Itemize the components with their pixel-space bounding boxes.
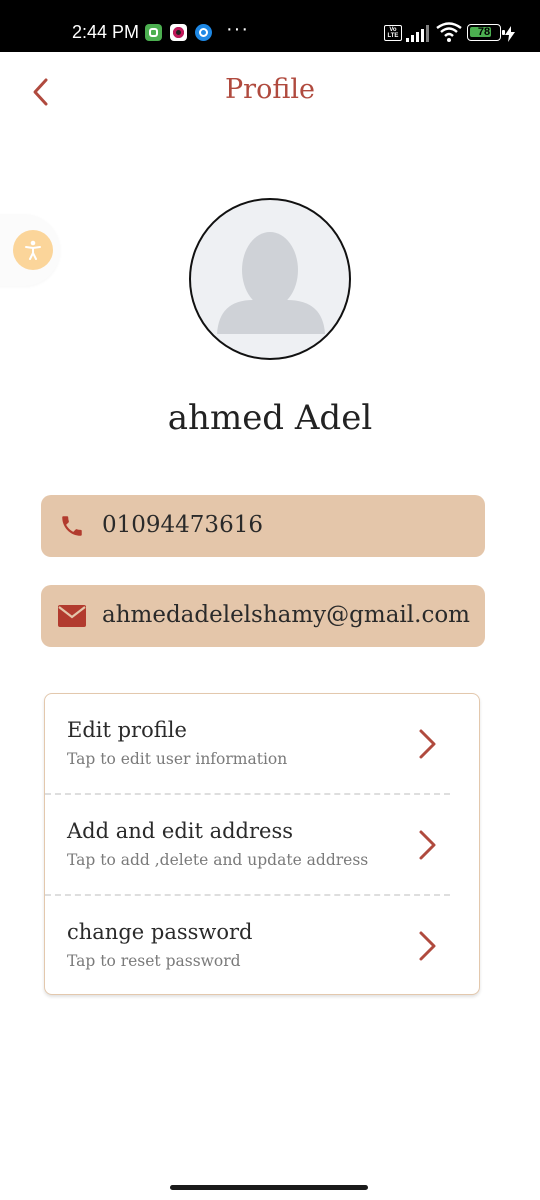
wifi-icon <box>436 22 462 42</box>
accessibility-button[interactable] <box>13 230 53 270</box>
more-notifications-icon: ··· <box>226 18 249 40</box>
user-name: ahmed Adel <box>167 398 373 438</box>
chevron-right-icon <box>419 830 436 860</box>
menu-item-title: change password <box>67 920 253 944</box>
menu-item-title: Edit profile <box>67 718 187 742</box>
email-card: ahmedadelelshamy@gmail.com <box>41 585 485 647</box>
edit-address-item[interactable]: Add and edit address Tap to add ,delete … <box>45 795 479 895</box>
email-address: ahmedadelelshamy@gmail.com <box>102 602 470 628</box>
user-placeholder-icon <box>217 232 325 334</box>
menu-item-title: Add and edit address <box>67 819 294 843</box>
notification-app-icon <box>145 24 162 41</box>
notification-record-icon <box>170 24 187 41</box>
status-time: 2:44 PM <box>72 22 140 42</box>
chevron-right-icon <box>419 729 436 759</box>
menu-item-subtitle: Tap to edit user information <box>67 750 288 768</box>
accessibility-icon <box>25 240 41 260</box>
signal-icon <box>406 24 430 42</box>
battery-icon: 78 <box>467 24 505 41</box>
page-title: Profile <box>225 74 315 105</box>
change-password-item[interactable]: change password Tap to reset password <box>45 896 479 996</box>
avatar[interactable] <box>189 198 351 360</box>
home-indicator[interactable] <box>170 1185 368 1190</box>
chevron-right-icon <box>419 931 436 961</box>
edit-profile-item[interactable]: Edit profile Tap to edit user informatio… <box>45 694 479 794</box>
menu-item-subtitle: Tap to reset password <box>67 952 241 970</box>
menu-item-subtitle: Tap to add ,delete and update address <box>67 851 369 869</box>
status-bar: 2:44 PM ··· Vo LTE 78 <box>0 0 540 52</box>
profile-menu: Edit profile Tap to edit user informatio… <box>44 693 480 995</box>
phone-number: 01094473616 <box>102 512 263 538</box>
email-icon <box>58 602 86 630</box>
volte-icon: Vo LTE <box>384 25 402 41</box>
phone-icon <box>58 512 86 540</box>
notification-sync-icon <box>195 24 212 41</box>
battery-level: 78 <box>477 26 491 38</box>
charging-icon <box>505 26 515 42</box>
phone-card: 01094473616 <box>41 495 485 557</box>
